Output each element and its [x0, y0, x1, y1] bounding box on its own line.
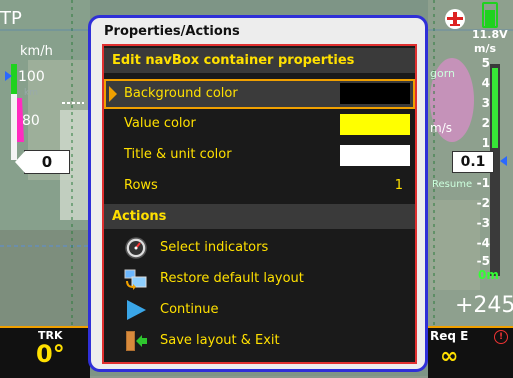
property-value-color[interactable]: Value color	[104, 110, 415, 140]
vario-tick: -3	[476, 216, 490, 230]
action-restore-default-layout[interactable]: Restore default layout	[104, 264, 415, 295]
property-label: Value color	[124, 116, 196, 131]
req-value: ∞	[440, 344, 459, 369]
vario-zero-label: 0m	[478, 268, 499, 282]
gauge-icon	[125, 237, 147, 259]
vario-tick: -1	[476, 176, 490, 190]
vario-tick: 5	[481, 56, 490, 70]
speed-tick-upper: 100	[18, 69, 45, 85]
speed-unit: km/h	[20, 44, 53, 59]
waypoint-label: TP	[0, 8, 22, 29]
property-rows[interactable]: Rows 1	[104, 172, 415, 202]
req-label: Req E	[430, 329, 469, 343]
speed-tick-lower: 80	[22, 113, 40, 129]
vario-tick: -4	[476, 236, 490, 250]
play-icon	[127, 300, 146, 320]
map-label: gorn	[430, 67, 456, 80]
restore-layout-icon	[124, 269, 147, 290]
rows-value: 1	[394, 178, 403, 193]
vario-pointer-icon	[500, 156, 507, 166]
selection-arrow-icon	[109, 86, 117, 102]
map-label-resume: Resume	[432, 179, 473, 190]
vario-tick: 2	[481, 116, 490, 130]
trk-value: 0°	[36, 340, 65, 368]
vario-tick: 1	[481, 136, 490, 150]
color-swatch-yellow	[340, 114, 410, 135]
property-title-unit-color[interactable]: Title & unit color	[104, 141, 415, 171]
property-label: Title & unit color	[124, 147, 232, 162]
vario-unit: m/s	[474, 42, 497, 55]
altitude-pointer-box: 0	[15, 150, 70, 174]
vario-tick: 3	[481, 96, 490, 110]
glider-icon	[445, 9, 465, 29]
dialog-title: Properties/Actions	[104, 24, 240, 39]
vario-value-box: 0.1	[452, 151, 494, 173]
property-background-color[interactable]: Background color	[104, 79, 415, 109]
speed-unit-small: km	[24, 88, 38, 98]
vario-tick: 4	[481, 76, 490, 90]
vario-tick: -5	[476, 254, 490, 268]
action-select-indicators[interactable]: Select indicators	[104, 233, 415, 264]
speed-pointer-icon	[5, 71, 12, 81]
vario-tick: -2	[476, 196, 490, 210]
action-save-layout-exit[interactable]: Save layout & Exit	[104, 326, 415, 357]
section-header-edit: Edit navBox container properties	[104, 48, 415, 73]
action-label: Continue	[160, 302, 219, 317]
section-header-actions: Actions	[104, 204, 415, 229]
action-continue[interactable]: Continue	[104, 295, 415, 326]
color-swatch-white	[340, 145, 410, 166]
map-unit-label: m/s	[430, 121, 452, 135]
battery-level	[485, 10, 495, 26]
exit-door-icon	[126, 331, 147, 351]
action-label: Restore default layout	[160, 271, 304, 286]
property-label: Background color	[124, 86, 238, 101]
warning-icon: !	[494, 330, 508, 344]
altitude-readout: +245	[455, 293, 513, 318]
battery-voltage: 11.8V	[472, 28, 508, 41]
property-label: Rows	[124, 178, 158, 193]
action-label: Select indicators	[160, 240, 269, 255]
action-label: Save layout & Exit	[160, 333, 280, 348]
color-swatch-black	[340, 83, 410, 104]
